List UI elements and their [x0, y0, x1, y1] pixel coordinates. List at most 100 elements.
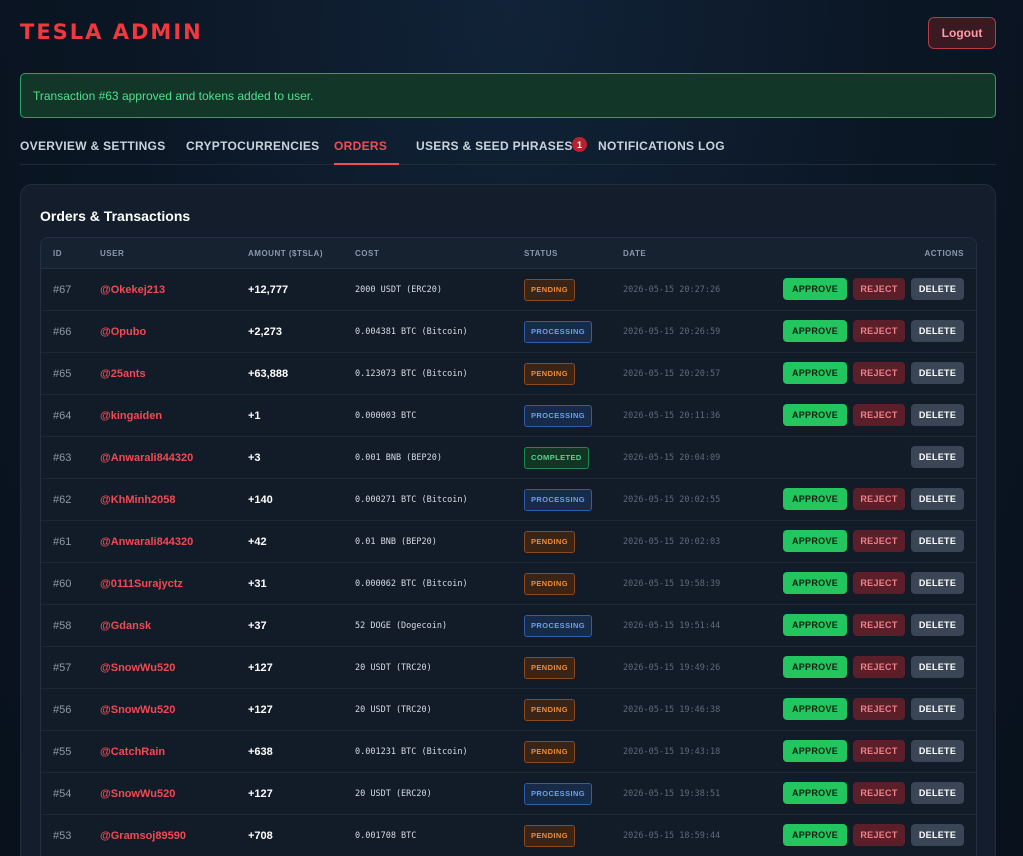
approve-button[interactable]: APPROVE	[783, 530, 847, 552]
approve-button[interactable]: APPROVE	[783, 614, 847, 636]
order-user-link[interactable]: @Anwarali844320	[100, 437, 193, 478]
approve-button[interactable]: APPROVE	[783, 824, 847, 846]
delete-button[interactable]: DELETE	[911, 404, 964, 426]
col-actions: ACTIONS	[924, 249, 964, 258]
approve-button[interactable]: APPROVE	[783, 320, 847, 342]
approve-button[interactable]: APPROVE	[783, 362, 847, 384]
reject-button[interactable]: REJECT	[853, 614, 905, 636]
delete-button[interactable]: DELETE	[911, 530, 964, 552]
reject-button[interactable]: REJECT	[853, 782, 905, 804]
order-user-link[interactable]: @Anwarali844320	[100, 521, 193, 562]
order-cost: 0.000271 BTC (Bitcoin)	[355, 494, 468, 505]
success-alert: Transaction #63 approved and tokens adde…	[20, 73, 996, 118]
approve-button[interactable]: APPROVE	[783, 698, 847, 720]
order-date: 2026-05-15 19:43:18	[623, 746, 721, 757]
reject-button[interactable]: REJECT	[853, 362, 905, 384]
reject-button[interactable]: REJECT	[853, 740, 905, 762]
order-id: #63	[53, 451, 72, 464]
order-user-link[interactable]: @Gramsoj89590	[100, 815, 186, 856]
reject-button[interactable]: REJECT	[853, 530, 905, 552]
order-id: #53	[53, 829, 72, 842]
delete-button[interactable]: DELETE	[911, 488, 964, 510]
reject-button[interactable]: REJECT	[853, 278, 905, 300]
order-id: #55	[53, 745, 72, 758]
approve-button[interactable]: APPROVE	[783, 488, 847, 510]
row-actions: APPROVE REJECT DELETE	[783, 530, 964, 552]
order-user-link[interactable]: @Okekej213	[100, 269, 165, 310]
order-status-cell: COMPLETED	[524, 437, 589, 478]
order-amount: +37	[248, 619, 267, 632]
delete-button[interactable]: DELETE	[911, 740, 964, 762]
order-status-cell: PROCESSING	[524, 311, 593, 352]
order-user-link[interactable]: @Opubo	[100, 311, 146, 352]
brand-title: TESLA ADMIN	[20, 20, 203, 44]
row-actions: APPROVE REJECT DELETE	[783, 782, 964, 804]
order-id: #56	[53, 703, 72, 716]
row-actions: APPROVE REJECT DELETE	[783, 404, 964, 426]
col-cost: COST	[355, 249, 380, 258]
order-id: #66	[53, 325, 72, 338]
reject-button[interactable]: REJECT	[853, 320, 905, 342]
reject-button[interactable]: REJECT	[853, 698, 905, 720]
approve-button[interactable]: APPROVE	[783, 278, 847, 300]
tab-cryptocurrencies[interactable]: CRYPTOCURRENCIES	[186, 139, 319, 153]
order-status-cell: PENDING	[524, 521, 575, 562]
reject-button[interactable]: REJECT	[853, 824, 905, 846]
order-user-link[interactable]: @SnowWu520	[100, 773, 175, 814]
delete-button[interactable]: DELETE	[911, 782, 964, 804]
order-date: 2026-05-15 19:46:38	[623, 704, 721, 715]
reject-button[interactable]: REJECT	[853, 488, 905, 510]
table-row: #57 @SnowWu520 +127 20 USDT (TRC20) PENDING 2…	[41, 647, 976, 689]
approve-button[interactable]: APPROVE	[783, 572, 847, 594]
status-badge: PENDING	[524, 698, 575, 721]
order-status-cell: PROCESSING	[524, 395, 593, 436]
order-cost: 0.001708 BTC	[355, 830, 417, 841]
tab-overview-settings[interactable]: OVERVIEW & SETTINGS	[20, 139, 166, 153]
order-user-link[interactable]: @KhMinh2058	[100, 479, 176, 520]
orders-card: Orders & Transactions ID USER AMOUNT ($T…	[20, 184, 996, 856]
table-row: #62 @KhMinh2058 +140 0.000271 BTC (Bitcoin)…	[41, 479, 976, 521]
order-user-link[interactable]: @SnowWu520	[100, 647, 175, 688]
approve-button[interactable]: APPROVE	[783, 404, 847, 426]
table-header: ID USER AMOUNT ($TSLA) COST STATUS DATE …	[41, 238, 976, 269]
order-id: #67	[53, 283, 72, 296]
order-user-link[interactable]: @SnowWu520	[100, 689, 175, 730]
header: TESLA ADMIN Logout	[20, 17, 996, 50]
table-row: #54 @SnowWu520 +127 20 USDT (ERC20) PROCESSI…	[41, 773, 976, 815]
delete-button[interactable]: DELETE	[911, 698, 964, 720]
delete-button[interactable]: DELETE	[911, 656, 964, 678]
reject-button[interactable]: REJECT	[853, 656, 905, 678]
order-user-link[interactable]: @0111Surajyctz	[100, 563, 183, 604]
approve-button[interactable]: APPROVE	[783, 656, 847, 678]
delete-button[interactable]: DELETE	[911, 362, 964, 384]
tab-notifications-log[interactable]: NOTIFICATIONS LOG	[598, 139, 725, 153]
order-user-link[interactable]: @kingaiden	[100, 395, 162, 436]
reject-button[interactable]: REJECT	[853, 404, 905, 426]
approve-button[interactable]: APPROVE	[783, 740, 847, 762]
order-user-link[interactable]: @Gdansk	[100, 605, 151, 646]
tab-users-seed-phrases[interactable]: USERS & SEED PHRASES	[416, 139, 573, 153]
status-badge: PROCESSING	[524, 404, 593, 427]
order-cost: 52 DOGE (Dogecoin)	[355, 620, 448, 631]
approve-button[interactable]: APPROVE	[783, 782, 847, 804]
tab-orders[interactable]: ORDERS	[334, 139, 400, 165]
order-user-link[interactable]: @25ants	[100, 353, 146, 394]
order-user-link[interactable]: @CatchRain	[100, 731, 165, 772]
delete-button[interactable]: DELETE	[911, 278, 964, 300]
row-actions: APPROVE REJECT DELETE	[783, 698, 964, 720]
delete-button[interactable]: DELETE	[911, 446, 964, 468]
reject-button[interactable]: REJECT	[853, 572, 905, 594]
row-actions: APPROVE REJECT DELETE	[783, 320, 964, 342]
order-amount: +140	[248, 493, 273, 506]
order-status-cell: PENDING	[524, 647, 575, 688]
logout-button[interactable]: Logout	[928, 17, 996, 49]
delete-button[interactable]: DELETE	[911, 572, 964, 594]
delete-button[interactable]: DELETE	[911, 320, 964, 342]
status-badge: PENDING	[524, 362, 575, 385]
delete-button[interactable]: DELETE	[911, 824, 964, 846]
table-row: #53 @Gramsoj89590 +708 0.001708 BTC PENDING 2…	[41, 815, 976, 856]
delete-button[interactable]: DELETE	[911, 614, 964, 636]
row-actions: APPROVE REJECT DELETE	[783, 278, 964, 300]
tab-bar: OVERVIEW & SETTINGS CRYPTOCURRENCIES ORD…	[20, 131, 996, 165]
col-id: ID	[53, 249, 62, 258]
